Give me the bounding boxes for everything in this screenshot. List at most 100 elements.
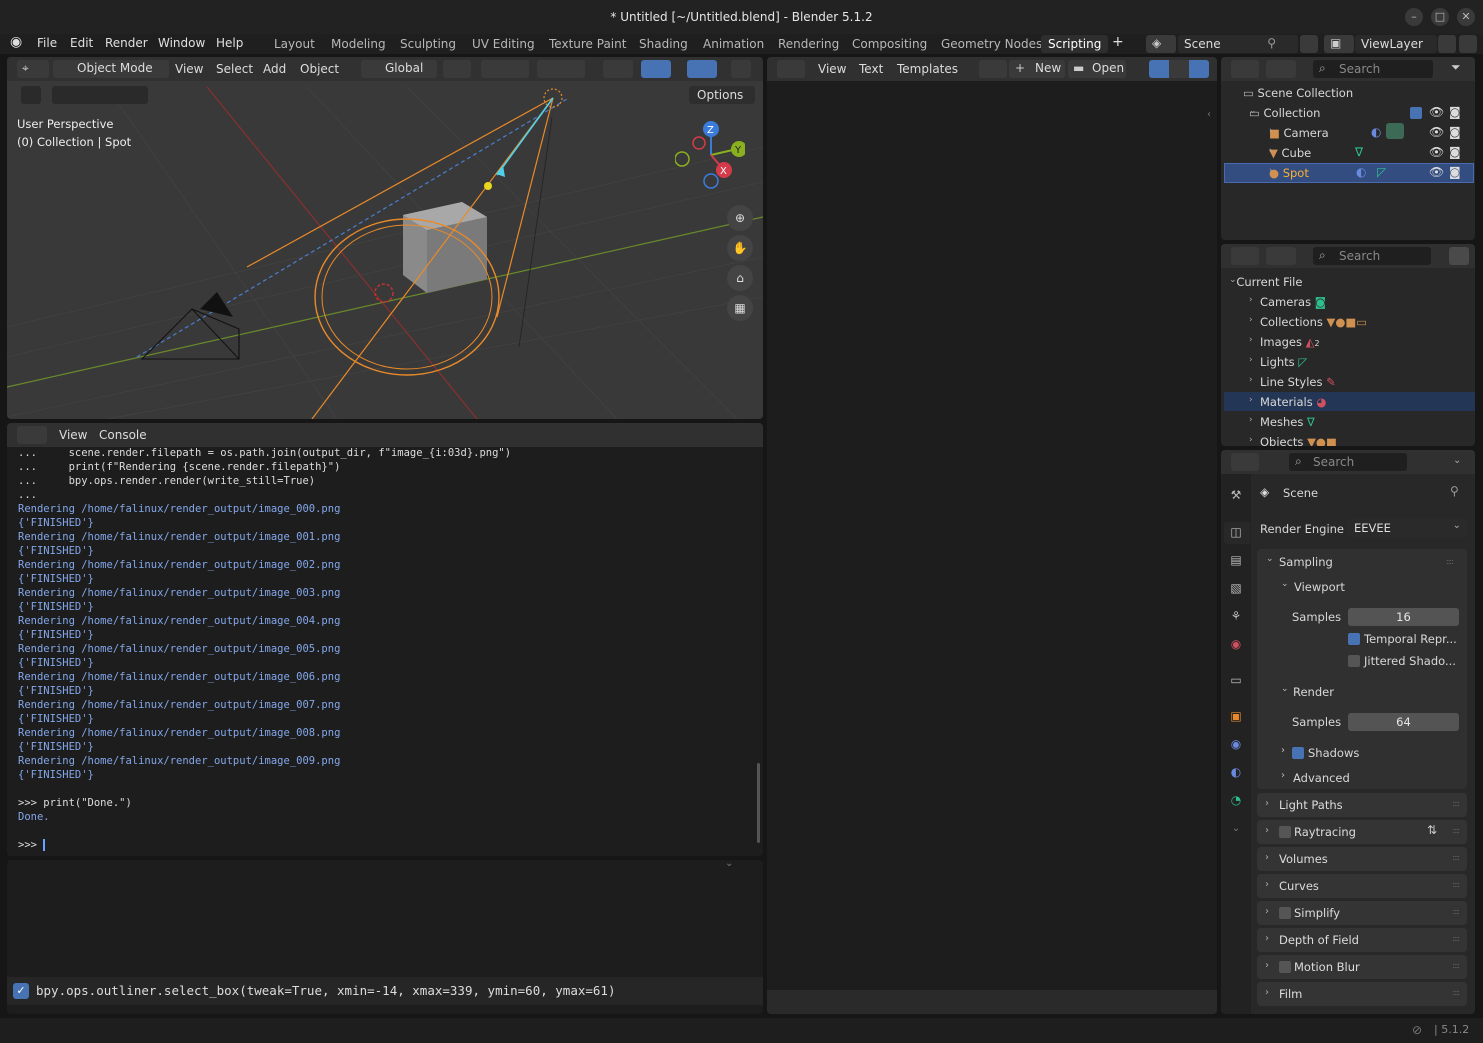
render-subpanel[interactable]: Render — [1293, 685, 1334, 699]
selection-mode-icons[interactable] — [52, 86, 148, 104]
remove-view-layer-icon[interactable] — [1459, 35, 1477, 53]
blend-editor-type-icon[interactable] — [1231, 247, 1259, 265]
tree-line-styles[interactable]: › Line Styles ✎ — [1249, 375, 1336, 389]
chevron-down-icon[interactable]: ⌄ — [1266, 554, 1274, 564]
pin-icon[interactable]: ⚲ — [1450, 484, 1459, 498]
snap-icon[interactable] — [481, 60, 529, 78]
new-text-button[interactable]: + New — [1009, 60, 1065, 78]
open-text-button[interactable]: ▬ Open — [1068, 60, 1126, 78]
new-view-layer-icon[interactable] — [1438, 35, 1456, 53]
console-editor-type-icon[interactable] — [17, 426, 47, 444]
jittered-checkbox[interactable] — [1348, 655, 1360, 667]
render-samples-field[interactable]: 64 — [1348, 713, 1459, 731]
motion-blur-panel[interactable]: › Motion Blur:::: — [1257, 955, 1467, 979]
outliner-search-field[interactable]: ⌕ Search — [1313, 60, 1433, 78]
chevron-down-icon[interactable]: ⌄ — [725, 860, 733, 869]
render-camera-icon[interactable]: ◙ — [1449, 165, 1461, 179]
zoom-icon[interactable]: ⊕ — [727, 205, 753, 231]
blend-file-view[interactable]: ⌕ Search ⌄ Current File › Cameras ◙ › Co… — [1221, 244, 1475, 446]
filter-icon[interactable]: ⏷ — [1451, 60, 1461, 75]
render-camera-icon[interactable]: ◙ — [1449, 145, 1461, 159]
menu-window[interactable]: Window — [158, 36, 205, 50]
tab-layout[interactable]: Layout — [267, 35, 322, 53]
tree-scene-collection[interactable]: ▭ Scene Collection — [1243, 86, 1353, 100]
chevron-down-icon[interactable]: ⌄ — [1453, 455, 1461, 466]
scene-tab-icon[interactable]: ⚘ — [1228, 609, 1244, 625]
eye-icon[interactable]: 👁 — [1429, 145, 1444, 159]
pin-icon[interactable]: ⚲ — [1267, 36, 1276, 50]
properties-search-field[interactable]: ⌕ Search — [1289, 453, 1407, 471]
preset-icon[interactable]: ⇅ — [1427, 823, 1437, 837]
tree-cameras[interactable]: › Cameras ◙ — [1249, 295, 1326, 309]
tree-objects[interactable]: › Objects ▼●■ — [1249, 435, 1337, 446]
menu-help[interactable]: Help — [216, 36, 243, 50]
tab-rendering[interactable]: Rendering — [771, 35, 846, 53]
blend-display-mode-icon[interactable] — [1266, 247, 1296, 265]
tree-item-cube[interactable]: › ▼ Cube — [1269, 146, 1311, 160]
tab-geometry-nodes[interactable]: Geometry Nodes — [934, 35, 1049, 53]
tree-images[interactable]: › Images ◭2 — [1249, 335, 1320, 349]
overlay-icon[interactable] — [687, 60, 717, 78]
render-camera-icon[interactable]: ◙ — [1449, 105, 1461, 119]
shadows-checkbox[interactable] — [1292, 747, 1304, 759]
gizmo-icon[interactable] — [641, 60, 671, 78]
select-tool-icon[interactable] — [21, 86, 41, 104]
options-dropdown[interactable]: Options — [689, 86, 755, 104]
depth-of-field-panel[interactable]: › Depth of Field:::: — [1257, 928, 1467, 952]
sampling-header[interactable]: Sampling — [1279, 555, 1333, 569]
simplify-panel[interactable]: › Simplify:::: — [1257, 901, 1467, 925]
text-editor-type-icon[interactable] — [777, 60, 805, 78]
pan-icon[interactable]: ✋ — [727, 235, 753, 261]
text-menu-text[interactable]: Text — [859, 60, 883, 78]
editor-type-icon[interactable]: ⌖ — [17, 60, 49, 78]
sidebar-toggle-icon[interactable]: ‹ — [1207, 109, 1211, 120]
tool-tab-icon[interactable]: ⚒ — [1228, 488, 1244, 504]
console-menu-view[interactable]: View — [59, 426, 87, 444]
info-editor[interactable]: ⌄ ✓ bpy.ops.outliner.select_box(tweak=Tr… — [7, 860, 763, 1014]
maximize-button[interactable]: □ — [1431, 8, 1449, 26]
tab-modeling[interactable]: Modeling — [324, 35, 393, 53]
text-editor[interactable]: View Text Templates + New ▬ Open ‹ — [767, 57, 1217, 1014]
menu-select[interactable]: Select — [216, 60, 253, 78]
display-mode-icon[interactable] — [1266, 60, 1296, 78]
filter-icon[interactable] — [1449, 247, 1469, 265]
info-log-row[interactable]: ✓ bpy.ops.outliner.select_box(tweak=True… — [7, 977, 763, 1005]
output-tab-icon[interactable]: ▤ — [1228, 553, 1244, 569]
curves-panel[interactable]: › Curves:::: — [1257, 874, 1467, 898]
outliner[interactable]: ⌕ Search ⏷ ▭ Scene Collection ⌄ ▭ Collec… — [1221, 57, 1475, 240]
exclude-checkbox[interactable] — [1410, 107, 1422, 119]
tree-meshes[interactable]: › Meshes ∇ — [1249, 415, 1315, 429]
view-layer-tab-icon[interactable]: ▧ — [1228, 581, 1244, 597]
light-paths-panel[interactable]: › Light Paths:::: — [1257, 793, 1467, 817]
chevron-down-icon[interactable]: ⌄ — [1228, 823, 1244, 839]
view-layer-field[interactable]: ViewLayer — [1355, 35, 1437, 53]
text-menu-view[interactable]: View — [818, 60, 846, 78]
scene-field[interactable]: Scene ⚲ — [1178, 35, 1298, 53]
tab-animation[interactable]: Animation — [696, 35, 771, 53]
perspective-toggle-icon[interactable]: ▦ — [727, 295, 753, 321]
chevron-down-icon[interactable]: ⌄ — [1281, 579, 1289, 589]
tree-item-camera[interactable]: › ■ Camera — [1269, 126, 1329, 140]
menu-add[interactable]: Add — [263, 60, 286, 78]
eye-icon[interactable]: 👁 — [1429, 125, 1444, 139]
text-browse-icon[interactable] — [979, 60, 1007, 78]
tree-current-file[interactable]: ⌄ Current File — [1229, 275, 1302, 289]
chevron-right-icon[interactable]: › — [1281, 745, 1285, 756]
camera-view-icon[interactable]: ⌂ — [727, 265, 753, 291]
menu-edit[interactable]: Edit — [70, 36, 93, 50]
physics-tab-icon[interactable]: ◉ — [1228, 737, 1244, 753]
properties-editor-type-icon[interactable] — [1231, 453, 1259, 471]
outliner-editor-type-icon[interactable] — [1231, 60, 1259, 78]
film-panel[interactable]: › Film:::: — [1257, 982, 1467, 1006]
mode-dropdown[interactable]: Object Mode — [53, 60, 169, 78]
blender-logo-icon[interactable]: ◉ — [10, 34, 22, 50]
chevron-down-icon[interactable]: ⌄ — [1281, 684, 1289, 694]
constraints-tab-icon[interactable]: ◐ — [1228, 765, 1244, 781]
console-menu-console[interactable]: Console — [99, 426, 147, 444]
transform-orientation-dropdown[interactable]: Global — [361, 60, 437, 78]
tab-shading[interactable]: Shading — [632, 35, 695, 53]
tree-collections[interactable]: › Collections ▼●■▭ — [1249, 315, 1367, 329]
tab-scripting[interactable]: Scripting — [1041, 35, 1109, 53]
blend-search-field[interactable]: ⌕ Search — [1313, 247, 1431, 265]
new-scene-icon[interactable] — [1300, 35, 1318, 53]
